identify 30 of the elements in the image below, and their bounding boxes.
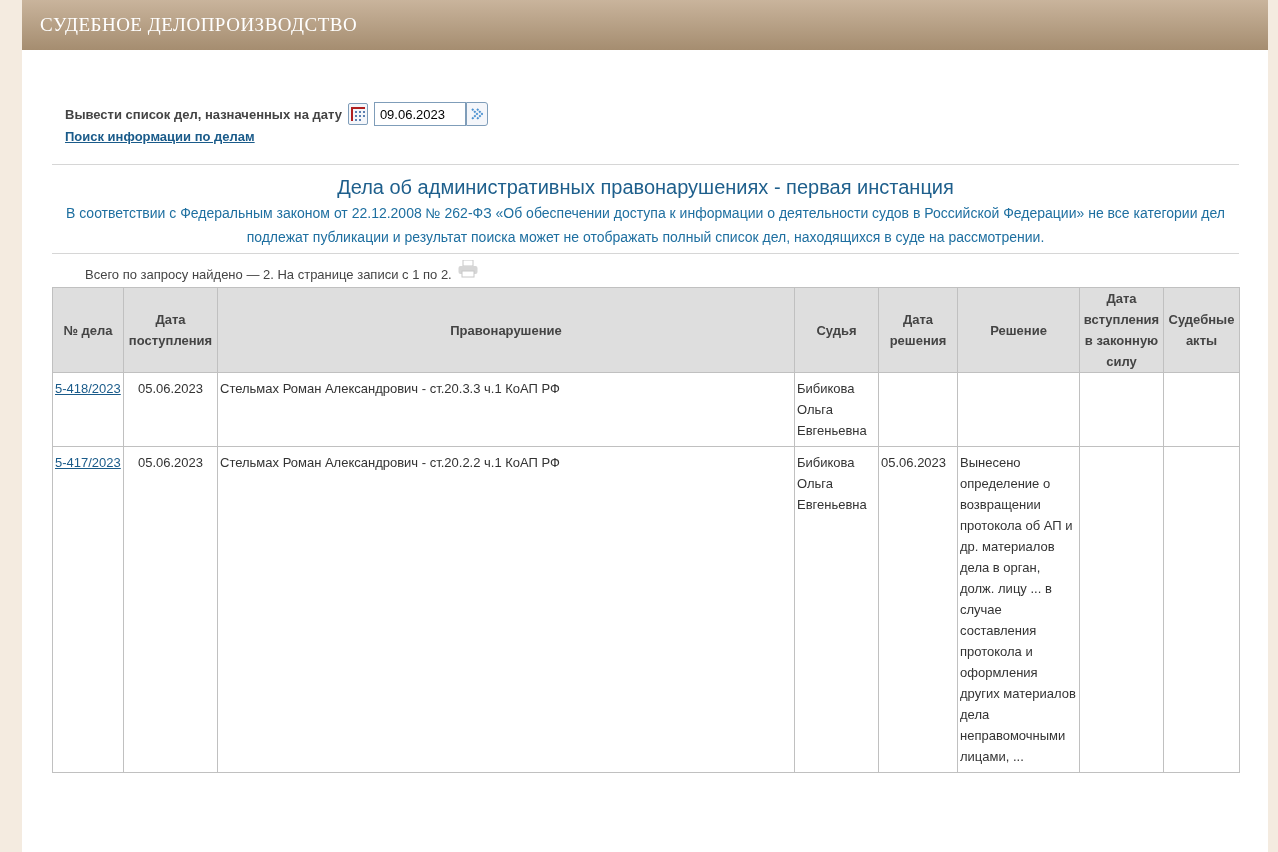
notice-text: В соответствии с Федеральным законом от 22.12.2008 № 262-ФЗ «Об обеспечении доступа к информации о деятельности судов в Российской Федерации» не все категории дел подлежат публикации и результат поиска может не отображать полный список дел, находящихся в суде на рассмотрении. bbox=[64, 204, 1227, 247]
column-header: Правонарушение bbox=[217, 287, 795, 373]
table-cell: Бибикова Ольга Евгеньевна bbox=[794, 372, 879, 447]
table-cell: 05.06.2023 bbox=[123, 446, 218, 773]
table-cell: Стельмах Роман Александрович - ст.20.2.2 ч.1 КоАП РФ bbox=[217, 446, 795, 773]
column-header: Дата решения bbox=[878, 287, 958, 373]
calendar-icon bbox=[350, 107, 365, 121]
table-cell: 05.06.2023 bbox=[878, 446, 958, 773]
column-header: № дела bbox=[52, 287, 124, 373]
section-title: Дела об административных правонарушениях - первая инстанция bbox=[336, 176, 955, 199]
page-title: СУДЕБНОЕ ДЕЛОПРОИЗВОДСТВО bbox=[40, 14, 358, 36]
printer-icon[interactable] bbox=[457, 260, 478, 278]
table-cell: 05.06.2023 bbox=[123, 372, 218, 447]
column-header: Судья bbox=[794, 287, 879, 373]
date-field[interactable]: 09.06.2023 bbox=[373, 102, 466, 126]
column-header: Дата вступления в законную силу bbox=[1079, 287, 1164, 373]
column-header: Решение bbox=[957, 287, 1080, 373]
case-number-link[interactable]: 5-417/2023 bbox=[55, 455, 121, 470]
case-number-link[interactable]: 5-418/2023 bbox=[55, 381, 121, 396]
date-label: Вывести список дел, назначенных на дату bbox=[65, 106, 342, 122]
calendar-button[interactable] bbox=[347, 103, 368, 125]
column-header: Дата поступления bbox=[123, 287, 218, 373]
table-cell: Бибикова Ольга Евгеньевна bbox=[794, 446, 879, 773]
table-cell: Вынесено определение о возвращении протокола об АП и др. материалов дела в орган, долж. лицу ... в случае составления протокола и оформления других материалов дела неправомочными лицами, ... bbox=[957, 446, 1080, 773]
double-chevron-icon bbox=[470, 108, 483, 120]
result-summary: Всего по запросу найдено — 2. На странице записи с 1 по 2. bbox=[85, 267, 452, 282]
submit-button[interactable] bbox=[465, 102, 488, 126]
column-header: Судебные акты bbox=[1163, 287, 1240, 373]
table-cell: Стельмах Роман Александрович - ст.20.3.3 ч.1 КоАП РФ bbox=[217, 372, 795, 447]
search-link[interactable]: Поиск информации по делам bbox=[65, 129, 255, 144]
